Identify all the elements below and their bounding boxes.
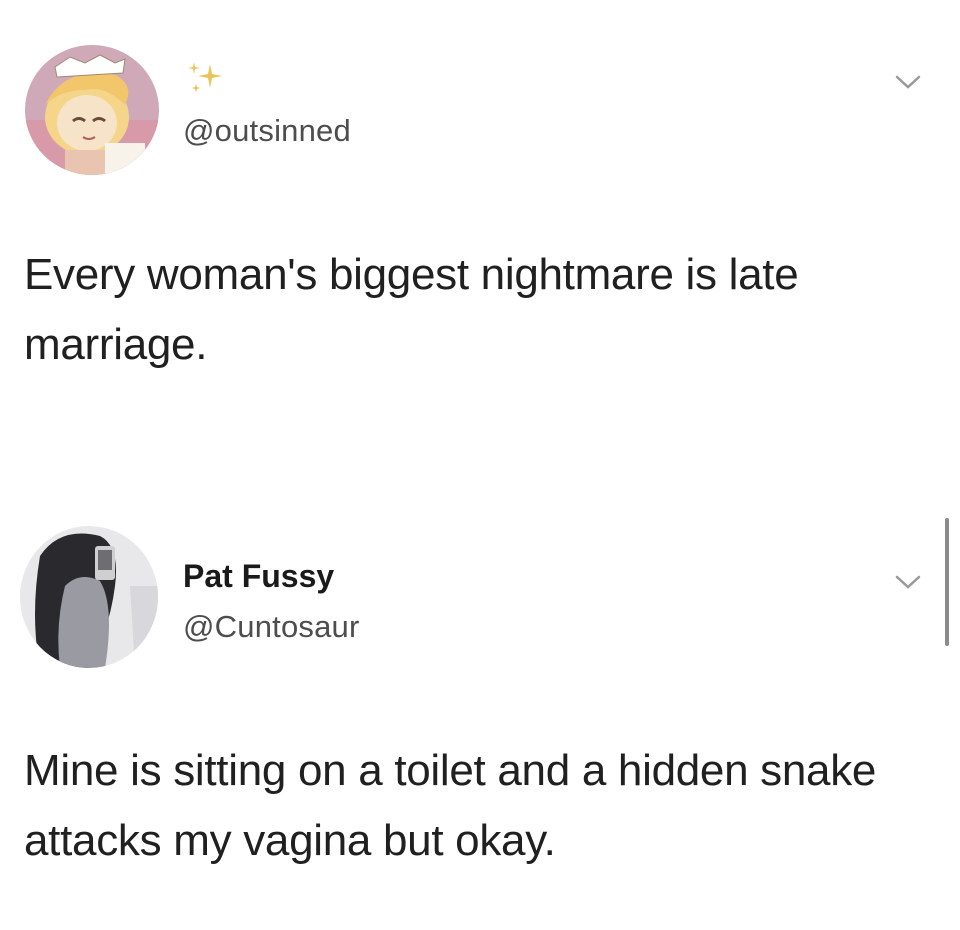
chevron-down-icon[interactable]: [893, 572, 923, 592]
sparkle-icon: [188, 62, 222, 92]
cartoon-avatar-icon: [25, 45, 159, 175]
avatar[interactable]: [20, 526, 158, 668]
user-handle[interactable]: @outsinned: [183, 113, 351, 149]
display-name[interactable]: Pat Fussy: [183, 558, 334, 595]
tweet-text: Mine is sitting on a toilet and a hidden…: [24, 746, 877, 865]
tweet-outsinned: @outsinned Every woman's biggest nightma…: [0, 0, 960, 480]
scrollbar[interactable]: [945, 518, 949, 646]
tweet-cuntosaur: Pat Fussy @Cuntosaur Mine is sitting on …: [0, 480, 960, 930]
photo-avatar-icon: [20, 526, 158, 668]
avatar[interactable]: [25, 45, 159, 175]
tweet-text: Every woman's biggest nightmare is late …: [24, 250, 799, 369]
chevron-down-icon[interactable]: [893, 72, 923, 92]
user-handle[interactable]: @Cuntosaur: [183, 609, 360, 645]
